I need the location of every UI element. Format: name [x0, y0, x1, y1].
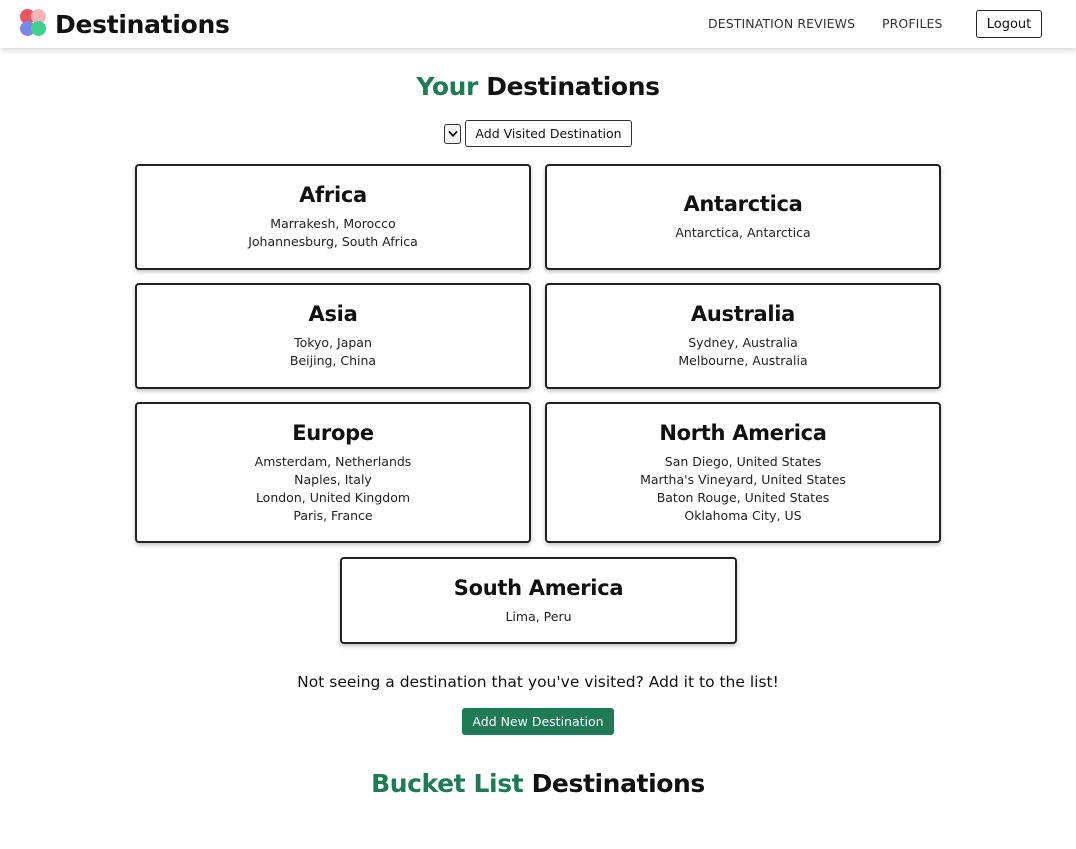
title-rest: Destinations — [531, 769, 706, 798]
logout-button[interactable]: Logout — [976, 10, 1042, 38]
continent-card-asia[interactable]: Asia Tokyo, Japan Beijing, China — [135, 283, 531, 389]
destination-item: Baton Rouge, United States — [656, 489, 830, 505]
destination-list: Marrakesh, Morocco Johannesburg, South A… — [248, 215, 418, 251]
continent-select[interactable] — [444, 123, 461, 144]
title-accent: Your — [416, 72, 478, 101]
continent-name: Asia — [308, 302, 358, 326]
bucket-list-title: Bucket List Destinations — [0, 769, 1076, 798]
continent-name: North America — [659, 420, 827, 445]
brand[interactable]: Destinations — [20, 8, 230, 40]
destination-item: Marrakesh, Morocco — [270, 216, 396, 231]
destination-list: San Diego, United States Martha's Vineya… — [640, 453, 846, 525]
continent-card-south-america[interactable]: South America Lima, Peru — [340, 557, 737, 644]
destination-item: London, United Kingdom — [255, 489, 411, 505]
continent-card-antarctica[interactable]: Antarctica Antarctica, Antarctica — [545, 164, 941, 270]
destination-list: Antarctica, Antarctica — [675, 224, 810, 242]
title-accent: Bucket List — [371, 769, 524, 798]
destination-controls: Add Visited Destination — [444, 120, 632, 147]
destination-list: Amsterdam, Netherlands Naples, Italy Lon… — [255, 453, 412, 525]
brand-name: Destinations — [55, 9, 230, 39]
destination-list: Tokyo, Japan Beijing, China — [290, 334, 376, 370]
continent-name: Australia — [690, 302, 796, 326]
destination-item: Oklahoma City, US — [684, 507, 802, 523]
destination-item: Sydney, Australia — [688, 335, 798, 350]
continent-card-europe[interactable]: Europe Amsterdam, Netherlands Naples, It… — [135, 402, 531, 543]
navbar: Destinations DESTINATION REVIEWS PROFILE… — [0, 0, 1076, 48]
continent-name: Europe — [292, 420, 374, 445]
destination-item: Paris, France — [293, 507, 373, 523]
continent-name: Antarctica — [683, 192, 803, 216]
destination-item: Naples, Italy — [294, 471, 372, 487]
destination-item: Tokyo, Japan — [294, 335, 372, 350]
destination-item: Amsterdam, Netherlands — [254, 453, 412, 469]
destination-list: Lima, Peru — [505, 608, 571, 626]
destination-item: Johannesburg, South Africa — [248, 234, 418, 249]
destination-item: Antarctica, Antarctica — [675, 225, 811, 240]
chevron-down-icon — [448, 130, 457, 137]
continent-name: Africa — [299, 183, 367, 207]
nav-link-profiles[interactable]: PROFILES — [882, 16, 943, 31]
destination-item: San Diego, United States — [664, 453, 822, 469]
continent-card-africa[interactable]: Africa Marrakesh, Morocco Johannesburg, … — [135, 164, 531, 270]
destination-item: Melbourne, Australia — [678, 353, 808, 368]
nav-link-destination-reviews[interactable]: DESTINATION REVIEWS — [708, 16, 855, 31]
destination-item: Beijing, China — [289, 353, 377, 368]
your-destinations-title: Your Destinations — [0, 72, 1076, 101]
destination-item: Martha's Vineyard, United States — [640, 471, 846, 487]
destination-item: Lima, Peru — [505, 608, 572, 624]
continent-name: South America — [453, 575, 624, 600]
continent-card-north-america[interactable]: North America San Diego, United States M… — [545, 402, 941, 543]
add-visited-destination-button[interactable]: Add Visited Destination — [465, 120, 632, 147]
add-new-destination-button[interactable]: Add New Destination — [462, 708, 614, 735]
title-rest: Destinations — [486, 72, 660, 101]
add-destination-prompt: Not seeing a destination that you've vis… — [297, 673, 779, 691]
logo-icon — [20, 9, 50, 39]
continent-card-australia[interactable]: Australia Sydney, Australia Melbourne, A… — [545, 283, 941, 389]
destination-list: Sydney, Australia Melbourne, Australia — [678, 334, 807, 370]
